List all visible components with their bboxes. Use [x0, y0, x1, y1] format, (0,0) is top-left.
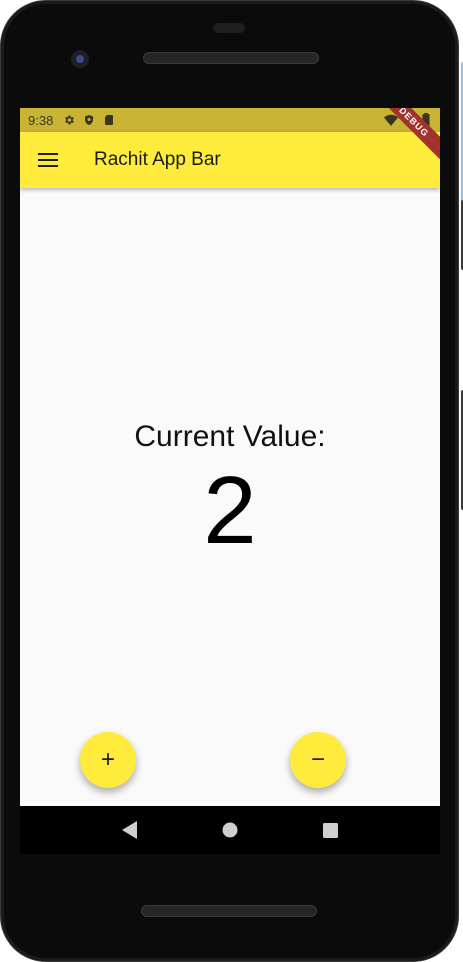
earpiece-speaker	[143, 52, 319, 64]
back-icon	[122, 821, 137, 839]
shield-icon	[85, 115, 94, 125]
system-nav-bar	[20, 806, 440, 854]
minus-icon: −	[310, 746, 325, 773]
nav-back-button[interactable]	[118, 818, 142, 842]
app-bar: Rachit App Bar	[20, 132, 440, 188]
app-bar-title: Rachit App Bar	[94, 149, 221, 170]
menu-button[interactable]	[20, 132, 76, 188]
current-value-number: 2	[203, 457, 257, 564]
device-screen: 9:38 DEBUG Rachit App Bar Current Value:…	[20, 108, 440, 854]
nav-home-button[interactable]	[218, 818, 242, 842]
bottom-speaker	[141, 905, 317, 917]
home-icon	[222, 822, 238, 838]
front-camera	[71, 50, 89, 68]
status-time: 9:38	[28, 112, 54, 128]
recents-icon	[322, 822, 338, 838]
nav-recents-button[interactable]	[318, 818, 342, 842]
status-bar: 9:38	[20, 108, 440, 132]
settings-icon	[65, 115, 75, 125]
sd-card-icon	[105, 115, 114, 125]
current-value-label: Current Value:	[134, 420, 326, 453]
plus-icon: +	[100, 746, 115, 773]
increment-button[interactable]: +	[80, 732, 136, 788]
body-content: Current Value: 2	[20, 188, 440, 804]
hamburger-menu-icon	[38, 153, 58, 167]
decrement-button[interactable]: −	[290, 732, 346, 788]
proximity-sensor	[213, 23, 245, 33]
